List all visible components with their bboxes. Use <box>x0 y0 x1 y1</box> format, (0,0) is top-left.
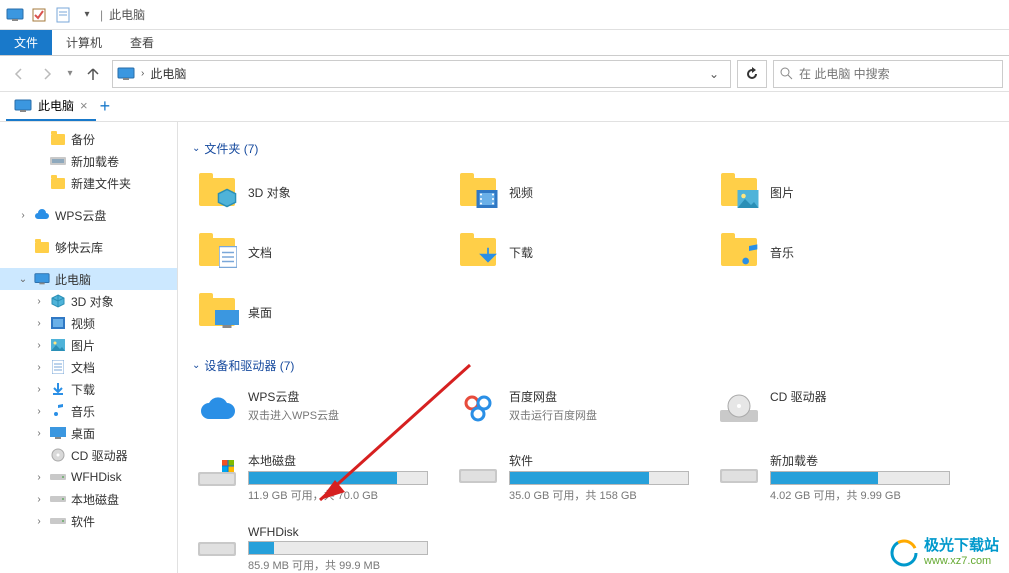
address-bar[interactable]: › 此电脑 ⌄ <box>112 60 731 88</box>
tab-strip: 此电脑 × + <box>0 92 1009 122</box>
sidebar-item-software[interactable]: ›软件 <box>0 510 177 532</box>
drive-icon <box>50 494 66 504</box>
qat-dropdown-icon[interactable]: ▾ <box>76 4 98 26</box>
watermark-logo-icon <box>890 539 918 567</box>
sidebar-item-newfolder[interactable]: 新建文件夹 <box>0 172 177 194</box>
drive-software-bar <box>509 471 689 485</box>
sidebar-item-localdisk[interactable]: ›本地磁盘 <box>0 488 177 510</box>
sidebar-tree: 备份 新加载卷 新建文件夹 ›WPS云盘 够快云库 ⌄此电脑 ›3D 对象 ›视… <box>0 122 178 573</box>
new-tab-button[interactable]: + <box>100 96 111 117</box>
drive-icon <box>720 461 758 485</box>
sidebar-item-music[interactable]: ›音乐 <box>0 400 177 422</box>
folder-documents[interactable]: 文档 <box>192 227 447 277</box>
cd-drive-icon <box>720 394 758 424</box>
quick-access-toolbar: ▾ <box>4 4 98 26</box>
drive-newvol-bar <box>770 471 950 485</box>
drive-wps[interactable]: WPS云盘 双击进入WPS云盘 <box>192 384 447 434</box>
app-icon <box>4 4 26 26</box>
monitor-icon <box>14 99 32 113</box>
cloud-icon <box>34 209 50 221</box>
nav-up-button[interactable] <box>80 61 106 87</box>
cloud-icon <box>199 395 235 423</box>
sidebar-item-documents[interactable]: ›文档 <box>0 356 177 378</box>
cube-icon <box>51 294 65 308</box>
nav-forward-button[interactable] <box>34 61 60 87</box>
titlebar: ▾ | 此电脑 <box>0 0 1009 30</box>
sidebar-item-wfhdisk[interactable]: ›WFHDisk <box>0 466 177 488</box>
desktop-icon <box>50 427 66 439</box>
content-area: ⌄ 文件夹 (7) 3D 对象 视频 图片 文档 下载 <box>178 122 1009 573</box>
sidebar-item-videos[interactable]: ›视频 <box>0 312 177 334</box>
nav-recent-dropdown[interactable]: ▾ <box>62 61 78 87</box>
baidu-icon <box>461 392 495 426</box>
document-icon <box>52 360 64 374</box>
sidebar-item-newvol[interactable]: 新加载卷 <box>0 150 177 172</box>
sidebar-item-downloads[interactable]: ›下载 <box>0 378 177 400</box>
watermark: 极光下载站 www.xz7.com <box>890 538 999 567</box>
nav-back-button[interactable] <box>6 61 32 87</box>
refresh-button[interactable] <box>737 60 767 88</box>
drive-wfhdisk[interactable]: WFHDisk 85.9 MB 可用，共 99.9 MB <box>192 521 447 573</box>
drive-icon <box>50 516 66 526</box>
chevron-down-icon: ⌄ <box>192 360 200 371</box>
address-dropdown-icon[interactable]: ⌄ <box>702 67 726 81</box>
search-input[interactable] <box>799 67 996 81</box>
folder-videos[interactable]: 视频 <box>453 167 708 217</box>
drive-icon <box>198 534 236 558</box>
search-box[interactable] <box>773 60 1003 88</box>
tab-computer[interactable]: 计算机 <box>52 30 116 55</box>
sidebar-item-wpscloud[interactable]: ›WPS云盘 <box>0 204 177 226</box>
drive-wfh-bar <box>248 541 428 555</box>
sidebar-item-3d[interactable]: ›3D 对象 <box>0 290 177 312</box>
folder-3d[interactable]: 3D 对象 <box>192 167 447 217</box>
drive-newvol[interactable]: 新加载卷 4.02 GB 可用，共 9.99 GB <box>714 448 969 507</box>
drive-local-bar <box>248 471 428 485</box>
tab-file[interactable]: 文件 <box>0 30 52 55</box>
folder-music[interactable]: 音乐 <box>714 227 969 277</box>
sidebar-item-thispc[interactable]: ⌄此电脑 <box>0 268 177 290</box>
chevron-down-icon: ⌄ <box>192 143 200 154</box>
navbar: ▾ › 此电脑 ⌄ <box>0 56 1009 92</box>
section-folders-header[interactable]: ⌄ 文件夹 (7) <box>192 140 995 157</box>
tab-view[interactable]: 查看 <box>116 30 168 55</box>
sidebar-item-desktop[interactable]: ›桌面 <box>0 422 177 444</box>
sidebar-item-goukuai[interactable]: 够快云库 <box>0 236 177 258</box>
sidebar-item-cddrive[interactable]: CD 驱动器 <box>0 444 177 466</box>
breadcrumb[interactable]: 此电脑 <box>150 65 186 82</box>
monitor-icon <box>117 67 135 81</box>
drive-local[interactable]: 本地磁盘 11.9 GB 可用，共 70.0 GB <box>192 448 447 507</box>
drive-icon <box>198 458 236 488</box>
qat-checkbox-icon[interactable] <box>28 4 50 26</box>
sidebar-item-backup[interactable]: 备份 <box>0 128 177 150</box>
close-icon[interactable]: × <box>80 98 88 113</box>
window-title: 此电脑 <box>109 6 145 23</box>
sidebar-item-pictures[interactable]: ›图片 <box>0 334 177 356</box>
qat-properties-icon[interactable] <box>52 4 74 26</box>
drive-cd[interactable]: CD 驱动器 <box>714 384 969 434</box>
folder-desktop[interactable]: 桌面 <box>192 287 447 337</box>
drive-software[interactable]: 软件 35.0 GB 可用，共 158 GB <box>453 448 708 507</box>
disc-icon <box>51 448 65 462</box>
ribbon-tabs: 文件 计算机 查看 <box>0 30 1009 56</box>
film-icon <box>51 317 65 329</box>
download-icon <box>51 382 65 396</box>
music-icon <box>52 404 64 418</box>
drive-baidu[interactable]: 百度网盘 双击运行百度网盘 <box>453 384 708 434</box>
monitor-icon <box>34 272 50 286</box>
picture-icon <box>51 339 65 351</box>
watermark-title: 极光下载站 <box>924 538 999 555</box>
doc-tab-thispc[interactable]: 此电脑 × <box>6 92 96 121</box>
section-drives-header[interactable]: ⌄ 设备和驱动器 (7) <box>192 357 995 374</box>
search-icon <box>780 67 793 80</box>
watermark-url: www.xz7.com <box>924 555 999 567</box>
doc-tab-label: 此电脑 <box>38 97 74 114</box>
folder-pictures[interactable]: 图片 <box>714 167 969 217</box>
drive-icon <box>50 472 66 482</box>
drive-icon <box>459 461 497 485</box>
folder-downloads[interactable]: 下载 <box>453 227 708 277</box>
